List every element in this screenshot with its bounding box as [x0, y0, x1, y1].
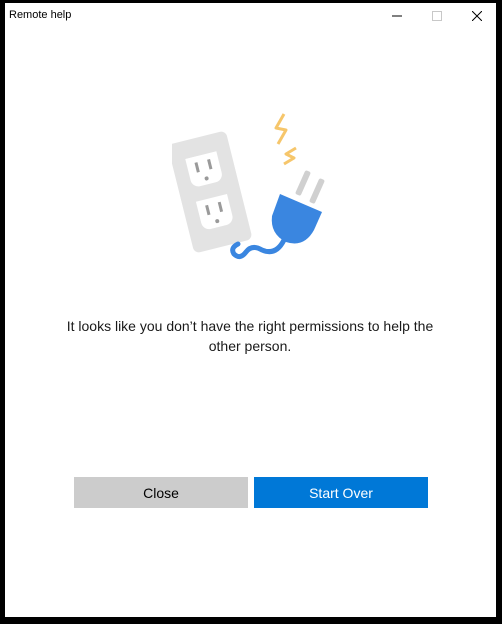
permission-error-message: It looks like you don’t have the right p… [66, 318, 434, 354]
minimize-icon [392, 11, 402, 21]
spark-icon [274, 113, 297, 166]
outlet-plate [168, 131, 252, 253]
maximize-icon [432, 11, 442, 21]
window-title: Remote help [9, 9, 72, 21]
minimize-button[interactable] [377, 3, 417, 29]
close-button[interactable]: Close [74, 477, 248, 508]
close-icon [472, 11, 482, 21]
unplugged-outlet-illustration [168, 108, 332, 268]
maximize-button[interactable] [417, 3, 457, 29]
start-over-button[interactable]: Start Over [254, 477, 428, 508]
plug-cord [230, 237, 287, 260]
close-window-button[interactable] [457, 3, 497, 29]
remote-help-window: Remote help It looks like you don’t have… [5, 3, 496, 617]
title-bar[interactable]: Remote help [5, 3, 496, 29]
